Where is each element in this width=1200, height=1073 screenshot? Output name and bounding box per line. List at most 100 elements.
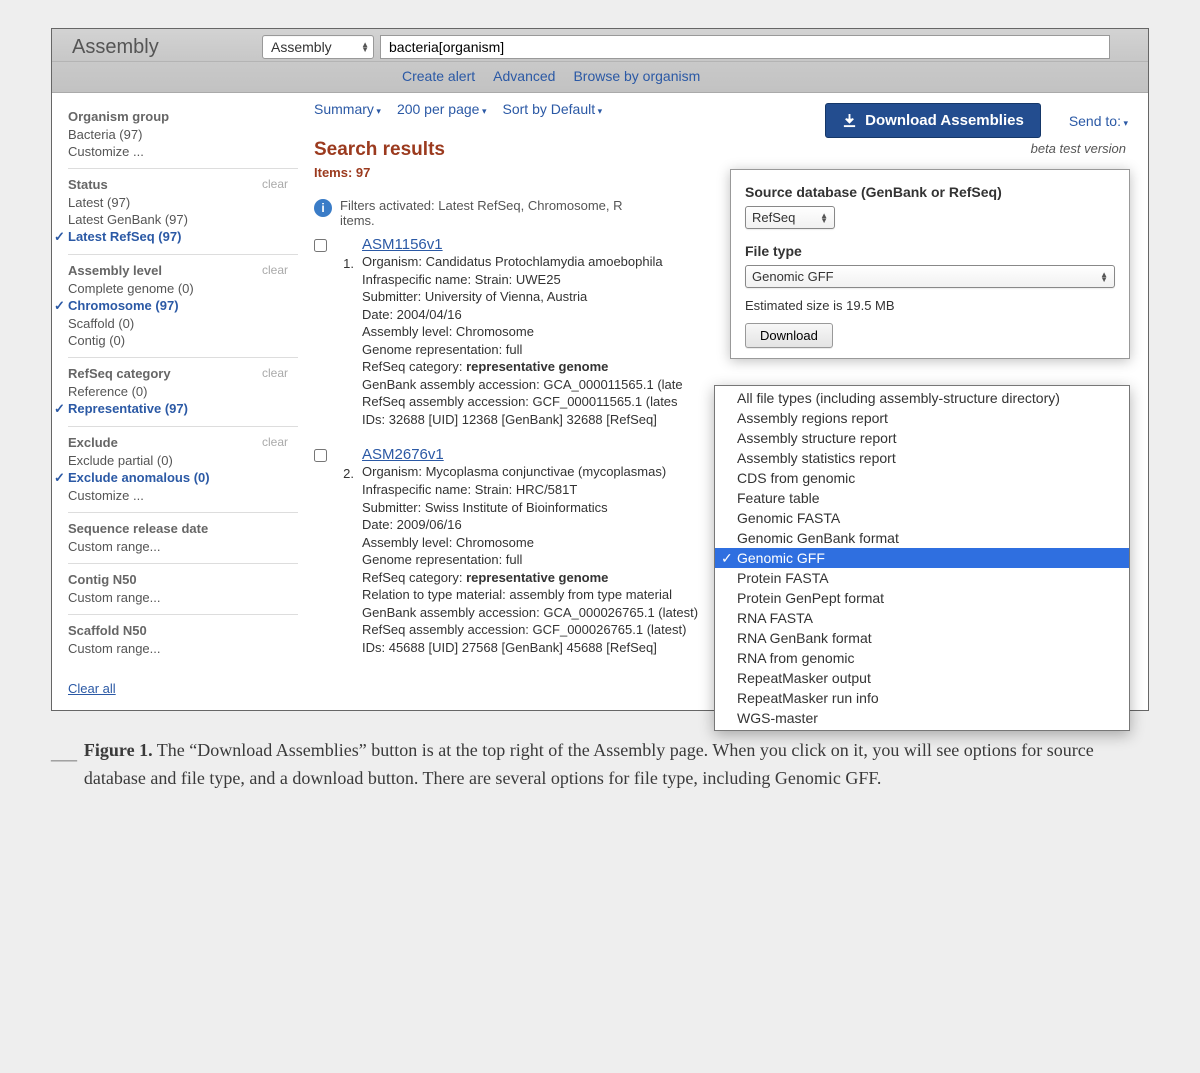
- facet-item[interactable]: Latest (97): [68, 194, 298, 211]
- facet-item[interactable]: Customize ...: [68, 143, 298, 160]
- facet-item[interactable]: Custom range...: [68, 640, 298, 657]
- download-assemblies-label: Download Assemblies: [865, 112, 1024, 129]
- facet-title: Scaffold N50: [68, 623, 298, 638]
- check-icon: ✓: [54, 470, 66, 486]
- filters-activated: i Filters activated: Latest RefSeq, Chro…: [314, 198, 694, 228]
- facet-title: Sequence release date: [68, 521, 298, 536]
- facet-group: ExcludeclearExclude partial (0)✓Exclude …: [68, 426, 298, 512]
- facet-item[interactable]: Contig (0): [68, 332, 298, 349]
- file-type-option[interactable]: Assembly statistics report: [715, 448, 1129, 468]
- facet-item[interactable]: ✓Exclude anomalous (0): [68, 469, 298, 487]
- facet-clear[interactable]: clear: [262, 177, 288, 191]
- facet-clear[interactable]: clear: [262, 366, 288, 380]
- facet-group: Contig N50 Custom range...: [68, 563, 298, 614]
- file-type-option[interactable]: Feature table: [715, 488, 1129, 508]
- file-type-option[interactable]: Genomic GFF: [715, 548, 1129, 568]
- filters-text: Filters activated: Latest RefSeq, Chromo…: [340, 198, 623, 213]
- file-type-option[interactable]: Assembly regions report: [715, 408, 1129, 428]
- file-type-option[interactable]: RNA FASTA: [715, 608, 1129, 628]
- file-type-select[interactable]: Genomic GFF ▲▼: [745, 265, 1115, 288]
- header-sublink[interactable]: Create alert: [402, 68, 475, 84]
- facet-group: StatusclearLatest (97)Latest GenBank (97…: [68, 168, 298, 254]
- caption-dash-icon: —: [51, 737, 84, 793]
- facet-item[interactable]: ✓Representative (97): [68, 400, 298, 418]
- facet-clear[interactable]: clear: [262, 263, 288, 277]
- download-button[interactable]: Download: [745, 323, 833, 348]
- facet-item[interactable]: Complete genome (0): [68, 280, 298, 297]
- send-to-menu[interactable]: Send to:: [1069, 113, 1128, 129]
- facet-title: Contig N50: [68, 572, 298, 587]
- facet-item[interactable]: Reference (0): [68, 383, 298, 400]
- check-icon: ✓: [54, 229, 66, 245]
- facet-group: Assembly levelclearComplete genome (0)✓C…: [68, 254, 298, 357]
- file-type-option[interactable]: RepeatMasker output: [715, 668, 1129, 688]
- toolbar-item[interactable]: Summary: [314, 101, 381, 117]
- source-db-select[interactable]: RefSeq ▲▼: [745, 206, 835, 229]
- facet-item[interactable]: Custom range...: [68, 538, 298, 555]
- facet-group: Scaffold N50 Custom range...: [68, 614, 298, 665]
- header-bar: Assembly Assembly ▲▼: [52, 29, 1148, 62]
- result-number: 1.: [336, 236, 354, 428]
- file-type-value: Genomic GFF: [752, 269, 834, 284]
- source-db-value: RefSeq: [752, 210, 795, 225]
- header-sublink[interactable]: Browse by organism: [573, 68, 700, 84]
- file-type-option[interactable]: CDS from genomic: [715, 468, 1129, 488]
- filters-text-2: items.: [340, 213, 375, 228]
- header-sublinks: Create alert Advanced Browse by organism: [52, 62, 1148, 93]
- download-icon: [842, 113, 857, 128]
- facet-item[interactable]: Customize ...: [68, 487, 298, 504]
- check-icon: ✓: [54, 298, 66, 314]
- file-type-option[interactable]: WGS-master: [715, 708, 1129, 728]
- facet-item[interactable]: ✓Latest RefSeq (97): [68, 228, 298, 246]
- file-type-option[interactable]: Genomic FASTA: [715, 508, 1129, 528]
- stepper-icon: ▲▼: [361, 42, 369, 52]
- facet-group: Organism group Bacteria (97)Customize ...: [68, 101, 298, 168]
- facet-sidebar: Organism groupBacteria (97)Customize ...…: [68, 101, 298, 696]
- download-panel: Source database (GenBank or RefSeq) RefS…: [730, 169, 1130, 359]
- facet-item[interactable]: Custom range...: [68, 589, 298, 606]
- result-number: 2.: [336, 446, 354, 656]
- header-sublink[interactable]: Advanced: [493, 68, 555, 84]
- clear-all-link[interactable]: Clear all: [68, 681, 116, 696]
- stepper-icon: ▲▼: [1100, 272, 1108, 282]
- beta-label: beta test version: [1031, 141, 1126, 156]
- caption-text: The “Download Assemblies” button is at t…: [84, 740, 1094, 788]
- estimated-size: Estimated size is 19.5 MB: [745, 298, 1115, 313]
- facet-group: Sequence release date Custom range...: [68, 512, 298, 563]
- file-type-option[interactable]: Assembly structure report: [715, 428, 1129, 448]
- check-icon: ✓: [54, 401, 66, 417]
- info-icon: i: [314, 199, 332, 217]
- caption-label: Figure 1.: [84, 740, 153, 760]
- file-type-option[interactable]: Genomic GenBank format: [715, 528, 1129, 548]
- file-type-option[interactable]: Protein GenPept format: [715, 588, 1129, 608]
- facet-title: Organism group: [68, 109, 298, 124]
- file-type-option[interactable]: RNA GenBank format: [715, 628, 1129, 648]
- facet-item[interactable]: Bacteria (97): [68, 126, 298, 143]
- toolbar-item[interactable]: 200 per page: [397, 101, 487, 117]
- facet-item[interactable]: Exclude partial (0): [68, 452, 298, 469]
- result-checkbox[interactable]: [314, 239, 327, 252]
- facet-group: RefSeq categoryclearReference (0)✓Repres…: [68, 357, 298, 426]
- facet-item[interactable]: Latest GenBank (97): [68, 211, 298, 228]
- file-type-label: File type: [745, 243, 1115, 259]
- search-results-heading: Search results: [314, 139, 1132, 161]
- figure-caption: — Figure 1. The “Download Assemblies” bu…: [51, 737, 1149, 793]
- app-frame: Assembly Assembly ▲▼ Create alert Advance…: [51, 28, 1149, 711]
- database-select-value: Assembly: [271, 39, 332, 55]
- result-checkbox[interactable]: [314, 449, 327, 462]
- source-db-label: Source database (GenBank or RefSeq): [745, 184, 1115, 200]
- result-field: RefSeq category: representative genome: [362, 358, 1132, 376]
- file-type-option[interactable]: RepeatMasker run info: [715, 688, 1129, 708]
- search-input[interactable]: [380, 35, 1110, 59]
- database-select[interactable]: Assembly ▲▼: [262, 35, 374, 59]
- download-assemblies-button[interactable]: Download Assemblies: [825, 103, 1041, 138]
- file-type-option[interactable]: RNA from genomic: [715, 648, 1129, 668]
- stepper-icon: ▲▼: [820, 213, 828, 223]
- facet-item[interactable]: ✓Chromosome (97): [68, 297, 298, 315]
- facet-clear[interactable]: clear: [262, 435, 288, 449]
- file-type-option[interactable]: All file types (including assembly-struc…: [715, 388, 1129, 408]
- file-type-dropdown[interactable]: All file types (including assembly-struc…: [714, 385, 1130, 731]
- facet-item[interactable]: Scaffold (0): [68, 315, 298, 332]
- file-type-option[interactable]: Protein FASTA: [715, 568, 1129, 588]
- toolbar-item[interactable]: Sort by Default: [503, 101, 603, 117]
